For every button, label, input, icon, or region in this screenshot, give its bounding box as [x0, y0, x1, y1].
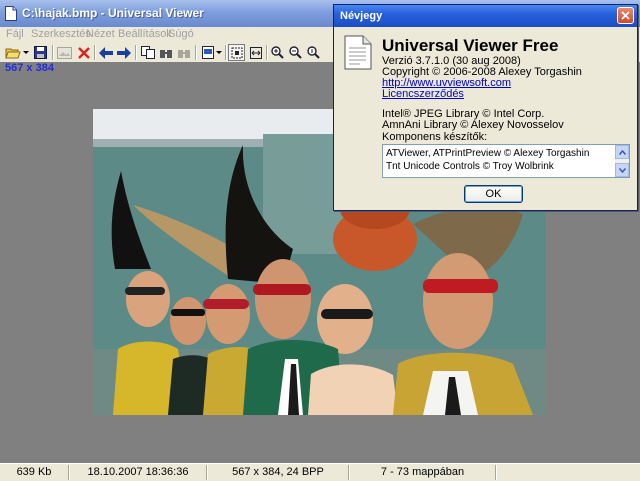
close-icon [621, 11, 630, 20]
ok-button[interactable]: OK [464, 185, 523, 203]
library-credit-2: AmnAni Library © Alexey Novosselov [382, 119, 564, 131]
menu-file[interactable]: Fájl [6, 28, 24, 40]
zoom-in-icon [271, 46, 284, 59]
delete-button[interactable] [75, 44, 92, 61]
image-disabled-icon [57, 46, 72, 59]
components-label: Komponens készítők: [382, 131, 488, 143]
product-name: Universal Viewer Free [382, 36, 559, 55]
list-scrollbar[interactable] [615, 145, 629, 177]
previous-button[interactable] [97, 44, 114, 61]
binoculars-icon [159, 49, 172, 58]
status-bar: 639 Kb 18.10.2007 18:36:36 567 x 384, 24… [0, 463, 640, 481]
floppy-icon [34, 46, 47, 59]
status-datetime: 18.10.2007 18:36:36 [87, 466, 189, 478]
components-list[interactable]: ATViewer, ATPrintPreview © Alexey Torgas… [382, 144, 630, 178]
chevron-down-icon [23, 50, 29, 54]
fit-width-button[interactable] [247, 44, 264, 61]
scroll-up-button[interactable] [615, 145, 629, 159]
list-item: ATViewer, ATPrintPreview © Alexey Torgas… [386, 148, 590, 159]
status-position: 7 - 73 mappában [380, 466, 465, 478]
chevron-up-icon [618, 149, 626, 155]
status-image-info: 567 x 384, 24 BPP [232, 466, 324, 478]
dialog-title-bar[interactable]: Névjegy [334, 5, 637, 27]
list-item: Tnt Unicode Controls © Troy Wolbrink [386, 161, 554, 172]
status-file-size: 639 Kb [16, 466, 52, 478]
menu-help[interactable]: Súgó [168, 28, 194, 40]
next-button[interactable] [115, 44, 132, 61]
menu-view[interactable]: Nézet [86, 28, 115, 40]
zoom-out-icon [289, 46, 302, 59]
folder-open-icon [4, 48, 21, 58]
view-mode-icon [201, 46, 214, 59]
image-dimensions: 567 x 384 [5, 62, 54, 74]
find-next-button[interactable] [175, 44, 192, 61]
chevron-down-icon [216, 50, 222, 54]
fit-width-icon [249, 46, 262, 59]
menu-settings[interactable]: Beállítások [118, 28, 172, 40]
find-button[interactable] [157, 44, 174, 61]
fit-window-icon [231, 47, 242, 58]
document-icon [5, 6, 17, 21]
copy-button[interactable] [139, 44, 156, 61]
binoculars-disabled-icon [177, 49, 190, 58]
zoom-original-icon [307, 46, 320, 59]
close-icon [77, 46, 90, 59]
document-icon [344, 35, 372, 70]
arrow-right-icon [116, 46, 131, 59]
zoom-in-button[interactable] [269, 44, 286, 61]
export-button[interactable] [56, 44, 73, 61]
open-dropdown-button[interactable] [22, 44, 30, 61]
dialog-close-button[interactable] [617, 7, 634, 24]
fit-window-button[interactable] [228, 44, 245, 61]
arrow-left-icon [98, 46, 113, 59]
menu-edit[interactable]: Szerkesztés [31, 28, 91, 40]
save-button[interactable] [32, 44, 49, 61]
about-dialog: Névjegy Universal Viewer Free Verzió 3.7… [333, 4, 638, 211]
dialog-title: Névjegy [340, 10, 383, 22]
view-mode-dropdown[interactable] [215, 44, 223, 61]
scroll-down-button[interactable] [615, 163, 629, 177]
license-link[interactable]: Licencszerződés [382, 88, 464, 100]
chevron-down-icon [618, 167, 626, 173]
zoom-out-button[interactable] [287, 44, 304, 61]
zoom-original-button[interactable] [305, 44, 322, 61]
window-title: C:\hajak.bmp - Universal Viewer [22, 6, 204, 20]
view-mode-button[interactable] [199, 44, 216, 61]
open-button[interactable] [4, 44, 21, 61]
copy-icon [140, 46, 155, 59]
